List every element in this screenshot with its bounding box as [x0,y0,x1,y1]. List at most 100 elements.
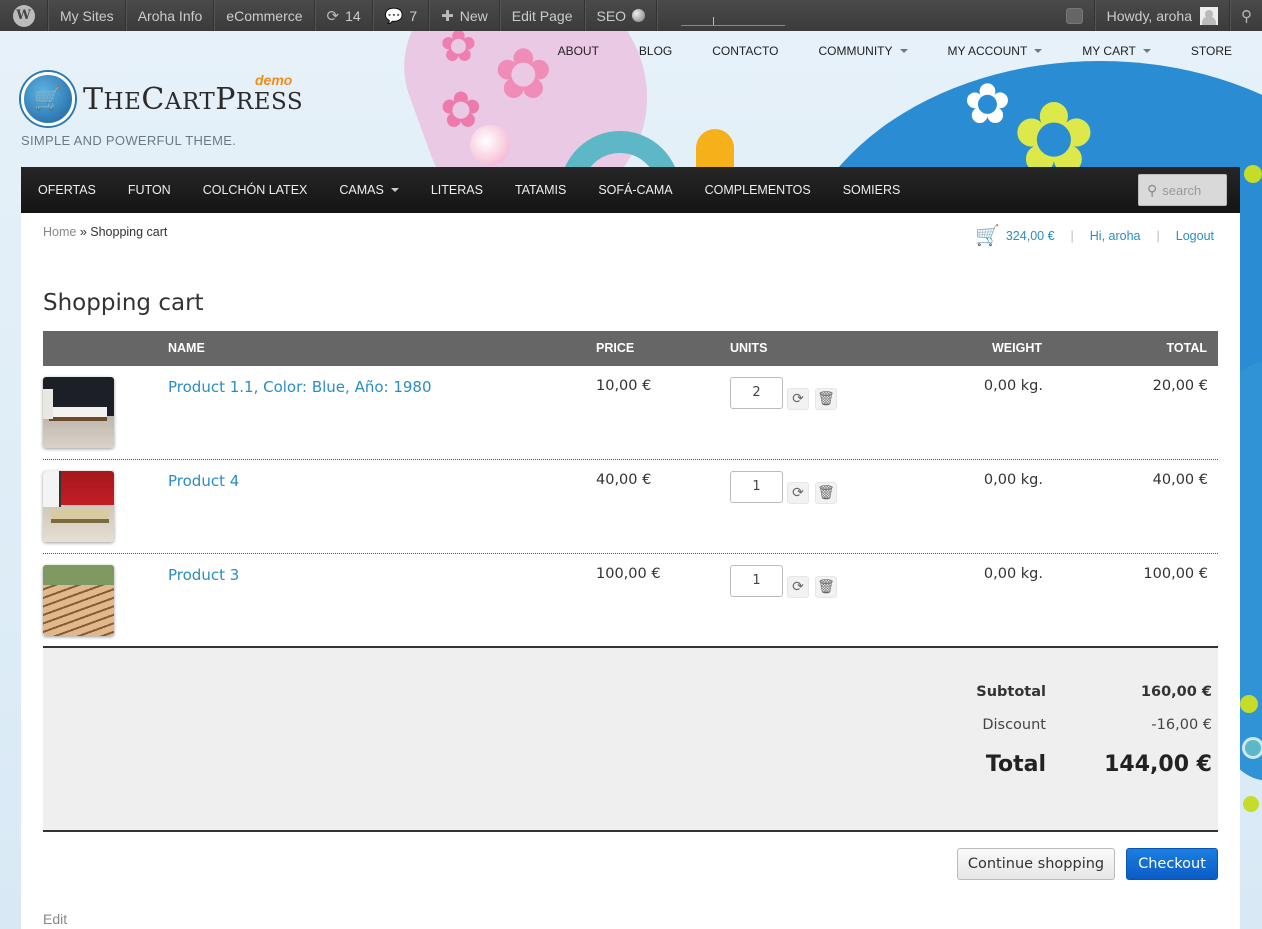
update-quantity-button[interactable]: ⟳ [787,482,809,504]
my-account-menu[interactable]: Howdy, aroha [1094,0,1230,31]
topnav-about[interactable]: ABOUT [558,44,599,58]
user-bar: 🛒 324,00 € | Hi, aroha | Logout [975,223,1214,248]
col-name-header: NAME [168,341,205,355]
topnav-my-account-label: MY ACCOUNT [947,44,1028,58]
comment-icon: 💬 [384,7,404,25]
product-name-link[interactable]: Product 4 [168,472,239,490]
stats-sparkline [681,6,786,26]
col-weight-header: WEIGHT [992,341,1042,355]
topnav-store[interactable]: STORE [1191,44,1232,58]
topnav-community-label: COMMUNITY [818,44,893,58]
nav-sofa-cama[interactable]: SOFÁ-CAMA [582,167,688,213]
topnav-my-cart[interactable]: MY CART [1082,44,1151,58]
user-greeting-link[interactable]: Hi, aroha [1090,229,1141,243]
topnav-blog-label: BLOG [638,44,673,58]
comments-count: 7 [409,7,418,24]
topnav-community[interactable]: COMMUNITY [819,44,908,58]
breadcrumb-home-link[interactable]: Home [43,225,76,239]
wordpress-icon: W [12,4,35,27]
topnav-store-label: STORE [1190,44,1232,58]
divider: | [1156,228,1160,243]
search-icon: ⚲ [1147,181,1158,198]
main-navigation: OFERTAS FUTON COLCHÓN LATEX CAMAS LITERA… [21,167,1240,213]
updates-button[interactable]: ⟳ 14 [314,0,373,31]
product-thumbnail[interactable] [43,565,114,636]
trash-icon: 🗑 [817,391,835,407]
mini-cart-total[interactable]: 324,00 € [1006,229,1055,243]
edit-page-link[interactable]: Edit Page [499,0,585,31]
divider: | [1070,228,1074,243]
top-navigation: ABOUT BLOG CONTACTO COMMUNITY MY ACCOUNT… [558,44,1232,58]
nav-tatamis[interactable]: TATAMIS [499,167,582,213]
breadcrumb-separator: » [76,225,91,239]
nav-literas[interactable]: LITERAS [415,167,499,213]
chevron-down-icon [390,188,399,192]
plus-icon: ✚ [441,7,454,25]
site-tagline: SIMPLE AND POWERFUL THEME. [21,133,237,148]
product-name-link[interactable]: Product 1.1, Color: Blue, Año: 1980 [168,378,432,396]
nav-complementos[interactable]: COMPLEMENTOS [689,167,827,213]
nav-sofa-cama-label: SOFÁ-CAMA [598,183,673,197]
quantity-input[interactable]: 1 [730,471,783,503]
refresh-icon: ⟳ [326,7,340,25]
comments-button[interactable]: 💬 7 [372,0,430,31]
refresh-icon: ⟳ [792,391,804,407]
logout-link[interactable]: Logout [1176,229,1214,243]
nav-complementos-label: COMPLEMENTOS [704,183,811,197]
nav-ofertas-label: OFERTAS [38,183,96,197]
chevron-down-icon [1142,49,1151,53]
remove-item-button[interactable]: 🗑 [815,482,837,504]
remove-item-button[interactable]: 🗑 [815,576,837,598]
nav-somiers-label: SOMIERS [842,183,901,197]
site-name-menu[interactable]: Aroha Info [125,0,215,31]
quantity-input[interactable]: 2 [730,377,783,409]
nav-futon-label: FUTON [127,183,171,197]
product-weight: 0,00 kg. [983,472,1043,488]
update-quantity-button[interactable]: ⟳ [787,576,809,598]
product-price: 40,00 € [596,472,652,488]
admin-search-button[interactable]: ⚲ [1230,0,1262,31]
new-content-menu[interactable]: ✚ New [429,0,500,31]
notifications-button[interactable] [1055,0,1095,31]
product-name-link[interactable]: Product 3 [168,566,239,584]
remove-item-button[interactable]: 🗑 [815,388,837,410]
my-sites-menu[interactable]: My Sites [48,0,126,31]
nav-camas[interactable]: CAMAS [323,167,414,213]
edit-page-label: Edit Page [511,7,573,24]
nav-ofertas[interactable]: OFERTAS [21,167,112,213]
topnav-blog[interactable]: BLOG [639,44,672,58]
update-quantity-button[interactable]: ⟳ [787,388,809,410]
cart-table-header: NAME PRICE UNITS WEIGHT TOTAL [43,331,1218,366]
table-row: Product 4 40,00 € 1 ⟳ 🗑 0,00 kg. 40,00 € [43,460,1218,554]
topnav-my-account[interactable]: MY ACCOUNT [948,44,1043,58]
col-total-header: TOTAL [1166,341,1207,355]
nav-somiers[interactable]: SOMIERS [827,167,917,213]
cart-totals: Subtotal 160,00 € Discount -16,00 € Tota… [43,646,1218,832]
total-value: 144,00 € [1104,752,1212,777]
continue-shopping-button[interactable]: Continue shopping [957,848,1115,880]
product-price: 10,00 € [596,378,652,394]
product-thumbnail[interactable] [43,471,114,542]
topnav-about-label: ABOUT [557,44,599,58]
total-label: Total [985,752,1046,777]
nav-tatamis-label: TATAMIS [514,183,567,197]
updates-count: 14 [345,7,361,24]
refresh-icon: ⟳ [792,485,804,501]
edit-link[interactable]: Edit [43,911,67,927]
table-row: Product 1.1, Color: Blue, Año: 1980 10,0… [43,366,1218,460]
quantity-input[interactable]: 1 [730,565,783,597]
table-row: Product 3 100,00 € 1 ⟳ 🗑 0,00 kg. 100,00… [43,554,1218,648]
search-input[interactable]: ⚲ search [1138,174,1227,206]
stats-graph[interactable] [657,0,808,31]
trash-icon: 🗑 [817,485,835,501]
ecommerce-menu[interactable]: eCommerce [214,0,315,31]
wordpress-logo-button[interactable]: W [0,0,48,31]
cart-logo-icon: 🛒 [21,72,75,126]
shopping-cart-icon[interactable]: 🛒 [975,223,1000,248]
topnav-contacto[interactable]: CONTACTO [712,44,778,58]
seo-menu[interactable]: SEO [584,0,658,31]
nav-colchon-latex[interactable]: COLCHÓN LATEX [187,167,324,213]
product-thumbnail[interactable] [43,377,114,448]
checkout-button[interactable]: Checkout [1126,848,1218,880]
nav-futon[interactable]: FUTON [112,167,187,213]
